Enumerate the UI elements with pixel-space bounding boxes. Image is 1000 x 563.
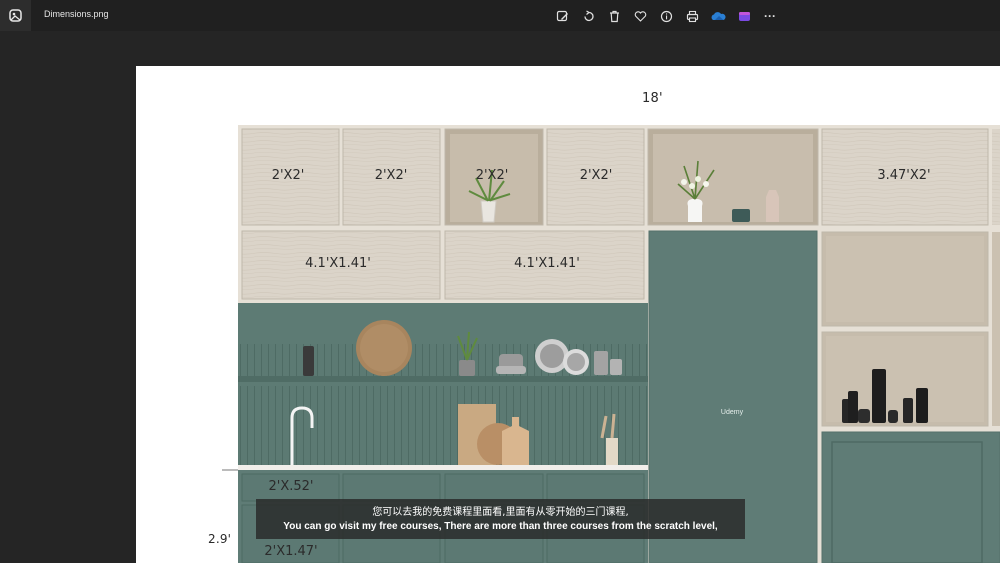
- countertop: [238, 465, 648, 470]
- delete-icon: [609, 10, 619, 22]
- rotate-icon: [583, 9, 594, 21]
- label-base-1: 2'X.52': [268, 479, 314, 494]
- label-upper-4: 2'X2': [579, 168, 613, 183]
- subtitle-chinese: 您可以去我的免费课程里面看,里面有从零开始的三门课程,: [372, 507, 629, 518]
- print-icon: [686, 10, 698, 22]
- favorite-icon: [634, 10, 646, 22]
- open-shelf: [238, 376, 648, 382]
- info-button[interactable]: [657, 7, 675, 25]
- photos-app-icon: [0, 0, 31, 31]
- favorite-button[interactable]: [631, 7, 649, 25]
- label-mid-1: 4.1'X1.41': [305, 256, 371, 271]
- label-upper-right: 3.47'X2': [877, 168, 931, 183]
- label-upper-2: 2'X2': [374, 168, 408, 183]
- side-dimension: 2.9': [208, 532, 232, 546]
- udemy-watermark: Udemy: [720, 409, 744, 416]
- subtitle-english: You can go visit my free courses, There …: [283, 521, 718, 532]
- rotate-button[interactable]: [579, 7, 597, 25]
- title-bar: Dimensions.png ···: [0, 0, 1000, 31]
- top-dimension: 18': [642, 91, 663, 106]
- file-name: Dimensions.png: [44, 9, 109, 19]
- more-options-button[interactable]: ···: [761, 7, 779, 25]
- clipchamp-icon: [738, 11, 750, 21]
- label-upper-1: 2'X2': [271, 168, 305, 183]
- onedrive-button[interactable]: [709, 7, 727, 25]
- label-mid-2: 4.1'X1.41': [514, 256, 580, 271]
- info-icon: [660, 10, 672, 22]
- edit-image-button[interactable]: [553, 7, 571, 25]
- onedrive-icon: [711, 11, 726, 20]
- edit-image-icon: [556, 10, 568, 21]
- delete-button[interactable]: [605, 7, 623, 25]
- clipchamp-button[interactable]: [735, 7, 753, 25]
- label-base-2: 2'X1.47': [264, 544, 318, 559]
- label-upper-3: 2'X2': [475, 168, 509, 183]
- kitchen-dimension-image: 18' 2.9' 2'X2' 2'X2' 2'X2' 2'X2' 3.47'X2…: [136, 66, 1000, 563]
- kitchen-drawing: [222, 125, 1000, 563]
- print-button[interactable]: [683, 7, 701, 25]
- right-lower-door: [821, 431, 1000, 563]
- more-options-icon: ···: [764, 9, 776, 23]
- subtitle-box: 您可以去我的免费课程里面看,里面有从零开始的三门课程, You can go v…: [256, 499, 745, 539]
